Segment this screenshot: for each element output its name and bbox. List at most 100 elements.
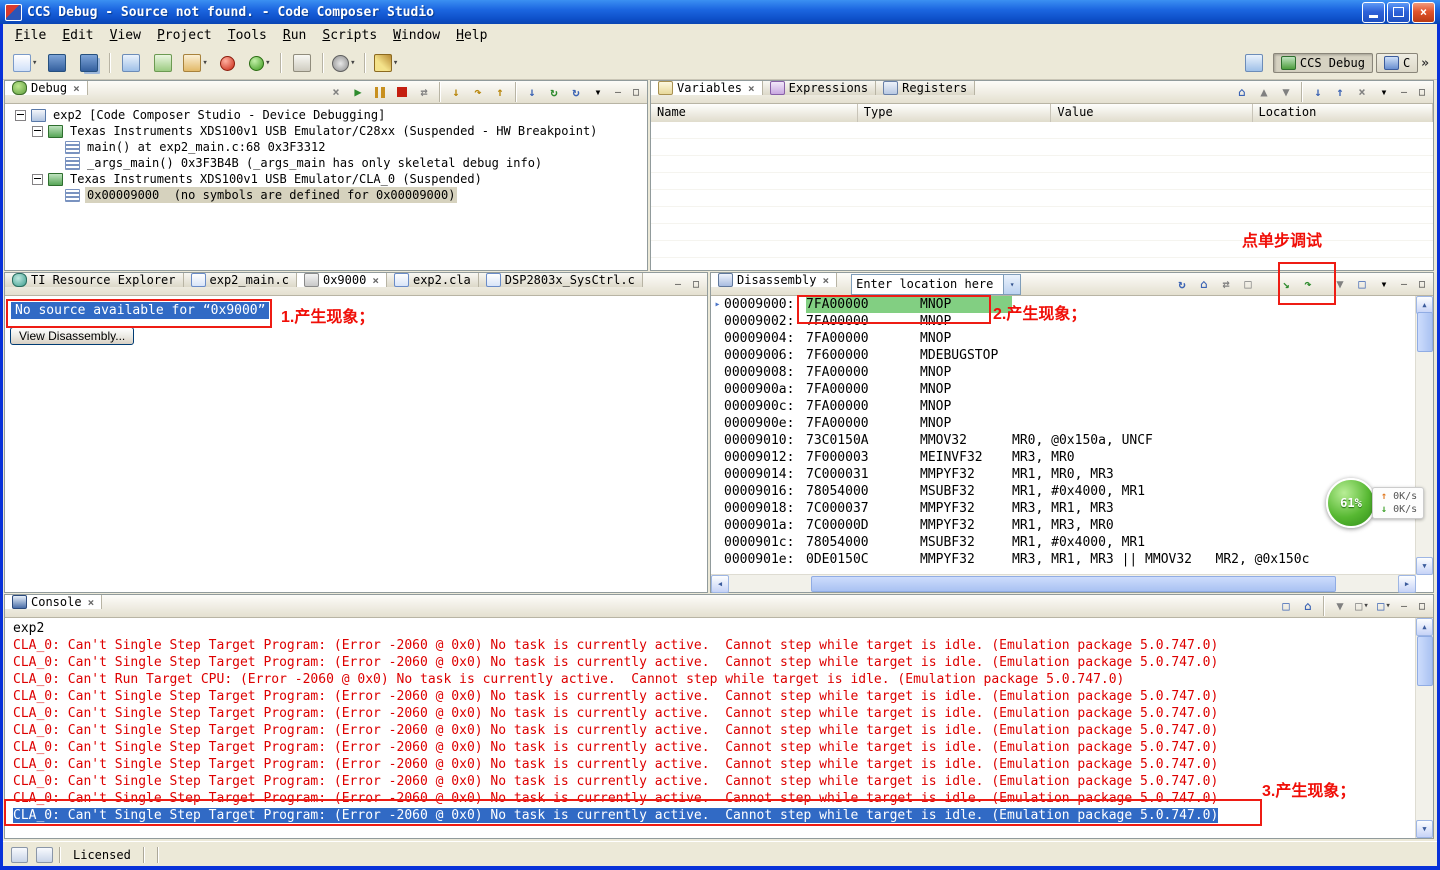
minimize-view-button[interactable]: —: [1395, 84, 1413, 100]
disconnect-button[interactable]: ⇄: [413, 82, 435, 102]
editor-tab-exp2-cla[interactable]: exp2.cla: [387, 273, 479, 287]
instruction-step-button[interactable]: ↓: [521, 82, 543, 102]
console-error-line[interactable]: CLA_0: Can't Single Step Target Program:…: [13, 773, 1416, 790]
console-error-line[interactable]: CLA_0: Can't Single Step Target Program:…: [13, 637, 1416, 654]
disassembly-listing[interactable]: ▸00009000:7FA00000MNOP00009002:7FA00000M…: [711, 296, 1416, 575]
scrollbar-thumb[interactable]: [811, 576, 1336, 592]
scroll-down-button[interactable]: ▼: [1416, 820, 1433, 838]
debug-tree-node[interactable]: exp2 [Code Composer Studio - Device Debu…: [5, 107, 647, 123]
import-button[interactable]: ↓: [1307, 82, 1329, 102]
maximize-view-button[interactable]: □: [1413, 84, 1431, 100]
network-monitor-widget[interactable]: 61% ↑ 0K/s ↓ 0K/s: [1326, 478, 1424, 528]
disassembly-row[interactable]: 00009004:7FA00000MNOP: [711, 330, 1416, 347]
remove-all-terminated-button[interactable]: ×: [325, 82, 347, 102]
location-combo[interactable]: Enter location here ▾: [851, 274, 1021, 295]
column-header-value[interactable]: Value: [1051, 104, 1252, 122]
scrollbar-track[interactable]: [1416, 634, 1433, 822]
close-tab-icon[interactable]: ×: [372, 274, 379, 287]
column-header-type[interactable]: Type: [858, 104, 1052, 122]
console-tab-console[interactable]: Console×: [5, 595, 102, 609]
editor-tab-ti-resource-explorer[interactable]: TI Resource Explorer: [5, 273, 184, 287]
tree-expander-icon[interactable]: [15, 110, 26, 121]
restore-window-button[interactable]: [1387, 2, 1410, 23]
pin-console-button[interactable]: ▼: [1329, 596, 1351, 616]
refresh-button[interactable]: ↻: [565, 82, 587, 102]
clear-console-button[interactable]: □: [1275, 596, 1297, 616]
menu-edit[interactable]: Edit: [54, 26, 101, 45]
memory-browser-button[interactable]: [148, 50, 178, 76]
restart-button[interactable]: ↻: [543, 82, 565, 102]
close-window-button[interactable]: ×: [1412, 2, 1435, 23]
vars-tab-expressions[interactable]: Expressions: [763, 81, 876, 95]
maximize-view-button[interactable]: □: [1413, 276, 1431, 292]
resume-button[interactable]: ▶: [347, 82, 369, 102]
disassembly-row[interactable]: 0000900a:7FA00000MNOP: [711, 381, 1416, 398]
maximize-view-button[interactable]: □: [687, 276, 705, 292]
network-percent-gauge[interactable]: 61%: [1326, 478, 1376, 528]
save-button[interactable]: [42, 50, 72, 76]
scrollbar-thumb[interactable]: [1417, 312, 1433, 352]
disassembly-row[interactable]: 00009006:7F600000MDEBUGSTOP: [711, 347, 1416, 364]
menu-run[interactable]: Run: [275, 26, 314, 45]
disassembly-row[interactable]: 00009010:73C0150AMMOV32MR0, @0x150a, UNC…: [711, 432, 1416, 449]
collapse-all-button[interactable]: ▲: [1253, 82, 1275, 102]
suspend-button[interactable]: [369, 82, 391, 102]
highlight-button[interactable]: ▾: [245, 50, 275, 76]
breakpoint-button[interactable]: ▾: [180, 50, 210, 76]
debug-tree-node[interactable]: Texas Instruments XDS100v1 USB Emulator/…: [5, 171, 647, 187]
close-tab-icon[interactable]: ×: [88, 596, 95, 609]
scroll-down-button[interactable]: ▼: [1416, 557, 1433, 575]
disassembly-row[interactable]: 00009008:7FA00000MNOP: [711, 364, 1416, 381]
vars-tab-variables[interactable]: Variables×: [651, 81, 763, 95]
menu-project[interactable]: Project: [149, 26, 220, 45]
console-error-line[interactable]: CLA_0: Can't Single Step Target Program:…: [13, 722, 1416, 739]
console-vertical-scrollbar[interactable]: ▲ ▼: [1415, 618, 1433, 838]
scroll-left-button[interactable]: ◀: [711, 575, 729, 593]
debug-tree-node[interactable]: 0x00009000 (no symbols are defined for 0…: [5, 187, 647, 203]
combo-dropdown-icon[interactable]: ▾: [1003, 275, 1020, 294]
console-error-line[interactable]: CLA_0: Can't Single Step Target Program:…: [13, 705, 1416, 722]
disassembly-row[interactable]: 0000901c:78054000MSUBF32MR1, #0x4000, MR…: [711, 534, 1416, 551]
view-menu-chevron[interactable]: ▾: [587, 82, 609, 102]
tree-expander-icon[interactable]: [32, 174, 43, 185]
console-error-line[interactable]: CLA_0: Can't Single Step Target Program:…: [13, 739, 1416, 756]
link-active-context-button[interactable]: ⇄: [1215, 274, 1237, 294]
disassembly-row[interactable]: 0000900c:7FA00000MNOP: [711, 398, 1416, 415]
disassembly-row[interactable]: 00009014:7C000031MMPYF32MR1, MR0, MR3: [711, 466, 1416, 483]
perspective-c[interactable]: C: [1376, 53, 1418, 73]
refresh-view-button[interactable]: ↻: [1171, 274, 1193, 294]
column-header-name[interactable]: Name: [651, 104, 858, 122]
search-wand-button[interactable]: ▾: [371, 50, 401, 76]
close-tab-icon[interactable]: ×: [73, 82, 80, 95]
disassembly-row[interactable]: 00009018:7C000037MMPYF32MR3, MR1, MR3: [711, 500, 1416, 517]
record-button[interactable]: [213, 50, 243, 76]
new-view-button[interactable]: □: [1351, 274, 1373, 294]
disassembly-row[interactable]: 0000901a:7C00000DMMPYF32MR1, MR3, MR0: [711, 517, 1416, 534]
pin-view-button[interactable]: ▼: [1275, 82, 1297, 102]
menu-help[interactable]: Help: [448, 26, 495, 45]
perspective-overflow-chevron[interactable]: »: [1421, 56, 1429, 71]
disassembly-horizontal-scrollbar[interactable]: ◀ ▶: [711, 574, 1416, 592]
minimize-view-button[interactable]: —: [1395, 276, 1413, 292]
view-menu-chevron[interactable]: ▾: [1373, 82, 1395, 102]
column-header-location[interactable]: Location: [1253, 104, 1433, 122]
debug-tree-node[interactable]: _args_main() 0x3F3B4B (_args_main has on…: [5, 155, 647, 171]
view-menu-chevron[interactable]: ▾: [1373, 274, 1395, 294]
save-all-button[interactable]: [74, 50, 104, 76]
goto-pc-button[interactable]: ⌂: [1193, 274, 1215, 294]
link-with-editor-button[interactable]: [287, 50, 317, 76]
run-config-button[interactable]: ▾: [329, 50, 359, 76]
open-perspective-button[interactable]: [1239, 50, 1269, 76]
target-config-button[interactable]: [116, 50, 146, 76]
step-over-button[interactable]: ↷: [467, 82, 489, 102]
debug-tree-node[interactable]: Texas Instruments XDS100v1 USB Emulator/…: [5, 123, 647, 139]
console-error-line[interactable]: CLA_0: Can't Single Step Target Program:…: [13, 654, 1416, 671]
menu-scripts[interactable]: Scripts: [314, 26, 385, 45]
editor-tab-exp2-main-c[interactable]: exp2_main.c: [184, 273, 297, 287]
minimize-view-button[interactable]: —: [609, 84, 627, 100]
close-tab-icon[interactable]: ×: [748, 82, 755, 95]
terminate-button[interactable]: [391, 82, 413, 102]
location-input[interactable]: Enter location here: [852, 277, 1003, 291]
scrollbar-thumb[interactable]: [1417, 636, 1433, 686]
menu-window[interactable]: Window: [385, 26, 448, 45]
